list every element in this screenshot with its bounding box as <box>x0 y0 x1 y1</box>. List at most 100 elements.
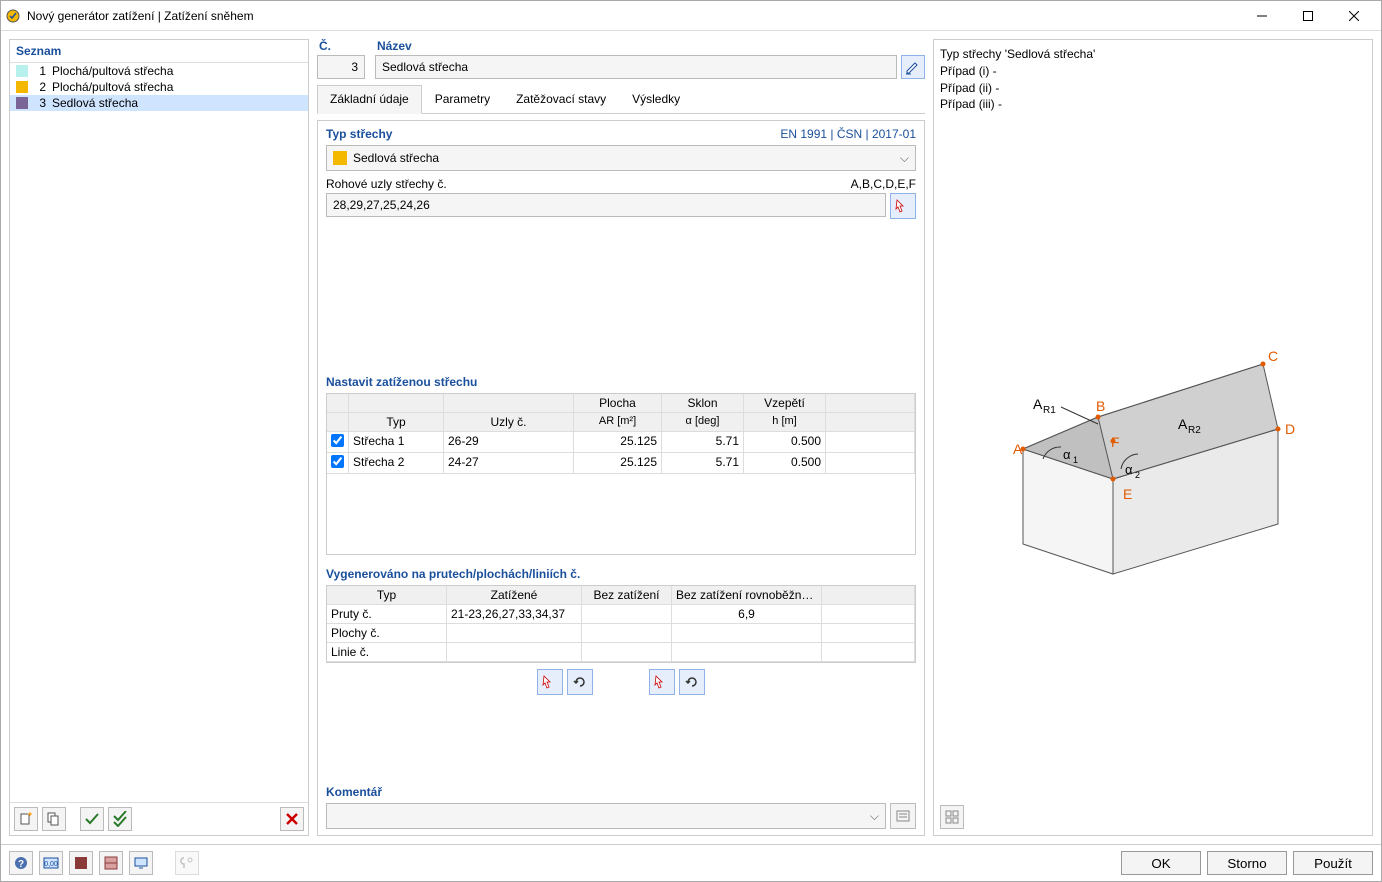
tab-loadcases[interactable]: Zatěžovací stavy <box>503 85 619 113</box>
svg-text:C: C <box>1268 348 1278 364</box>
units-button[interactable]: 0,00 <box>39 851 63 875</box>
minimize-button[interactable] <box>1239 2 1285 30</box>
roof-type-section: Typ střechy EN 1991 | ČSN | 2017-01 Sedl… <box>318 121 924 225</box>
generated-section: Vygenerováno na prutech/plochách/liniích… <box>318 561 924 707</box>
corners-input[interactable]: 28,29,27,25,24,26 <box>326 193 886 217</box>
color-button[interactable] <box>69 851 93 875</box>
svg-text:A: A <box>1178 416 1188 432</box>
table-row[interactable]: Pruty č. 21-23,26,27,33,34,37 6,9 <box>327 605 915 624</box>
item-label: Sedlová střecha <box>52 96 138 110</box>
sidebar: Seznam 1 Plochá/pultová střecha 2 Plochá… <box>9 39 309 836</box>
chevron-down-icon: ⌵ <box>900 151 909 166</box>
cancel-button[interactable]: Storno <box>1207 851 1287 875</box>
color-swatch <box>16 97 28 109</box>
item-number: 1 <box>34 64 46 78</box>
sidebar-item-3[interactable]: 3 Sedlová střecha <box>10 95 308 111</box>
reset-unloaded-button[interactable] <box>679 669 705 695</box>
generated-title: Vygenerováno na prutech/plochách/liniích… <box>326 567 580 581</box>
tab-params[interactable]: Parametry <box>422 85 503 113</box>
corners-hint: A,B,C,D,E,F <box>851 177 916 191</box>
tab-results[interactable]: Výsledky <box>619 85 693 113</box>
titlebar: Nový generátor zatížení | Zatížení sněhe… <box>1 1 1381 31</box>
color-swatch <box>16 81 28 93</box>
table-row[interactable]: Střecha 2 24-27 25.125 5.71 0.500 <box>327 453 915 474</box>
sidebar-item-1[interactable]: 1 Plochá/pultová střecha <box>10 63 308 79</box>
info-line: Typ střechy 'Sedlová střecha' <box>940 46 1366 63</box>
diagram-options-button[interactable] <box>940 805 964 829</box>
svg-text:R2: R2 <box>1188 425 1201 436</box>
copy-button[interactable] <box>42 807 66 831</box>
row-checkbox[interactable] <box>331 455 344 468</box>
svg-text:α: α <box>1063 447 1071 462</box>
name-label: Název <box>375 39 925 53</box>
roof-type-title: Typ střechy <box>326 127 392 141</box>
svg-text:R1: R1 <box>1043 405 1056 416</box>
pick-loaded-button[interactable] <box>537 669 563 695</box>
sidebar-list: 1 Plochá/pultová střecha 2 Plochá/pultov… <box>10 63 308 802</box>
tabs: Základní údaje Parametry Zatěžovací stav… <box>317 85 925 114</box>
info-line: Případ (ii) - <box>940 80 1366 97</box>
app-icon <box>5 8 21 24</box>
item-number: 3 <box>34 96 46 110</box>
edit-name-button[interactable] <box>901 55 925 79</box>
svg-text:1: 1 <box>1073 455 1078 465</box>
roof-type-dropdown[interactable]: Sedlová střecha ⌵ <box>326 145 916 171</box>
display-button[interactable] <box>129 851 153 875</box>
svg-text:?: ? <box>18 859 24 870</box>
comment-section: Komentář ⌵ <box>318 779 924 835</box>
info-line: Případ (i) - <box>940 63 1366 80</box>
table-row[interactable]: Střecha 1 26-29 25.125 5.71 0.500 <box>327 432 915 453</box>
info-panel: Typ střechy 'Sedlová střecha' Případ (i)… <box>933 39 1373 836</box>
sidebar-header: Seznam <box>10 40 308 63</box>
row-checkbox[interactable] <box>331 434 344 447</box>
loaded-roof-section: Nastavit zatíženou střechu Plocha Sklon … <box>318 369 924 561</box>
comment-input[interactable]: ⌵ <box>326 803 886 829</box>
delete-button[interactable] <box>280 807 304 831</box>
table-row[interactable]: Plochy č. <box>327 624 915 643</box>
roof-type-value: Sedlová střecha <box>353 151 439 165</box>
roof-diagram: A B C D E F AR1 AR2 <box>940 117 1366 801</box>
close-button[interactable] <box>1331 2 1377 30</box>
svg-text:2: 2 <box>1135 470 1140 480</box>
table-row[interactable]: Linie č. <box>327 643 915 662</box>
svg-text:D: D <box>1285 421 1295 437</box>
svg-text:α: α <box>1125 462 1133 477</box>
script-button[interactable] <box>175 851 199 875</box>
view-button[interactable] <box>99 851 123 875</box>
comment-title: Komentář <box>326 785 382 799</box>
svg-text:A: A <box>1033 396 1043 412</box>
chevron-down-icon: ⌵ <box>870 809 879 824</box>
loaded-roof-title: Nastavit zatíženou střechu <box>326 375 477 389</box>
svg-text:B: B <box>1096 398 1105 414</box>
item-number: 2 <box>34 80 46 94</box>
roof-color-swatch <box>333 151 347 165</box>
window-title: Nový generátor zatížení | Zatížení sněhe… <box>27 9 1239 23</box>
item-label: Plochá/pultová střecha <box>52 80 173 94</box>
apply-button[interactable]: Použít <box>1293 851 1373 875</box>
bottom-bar: ? 0,00 OK Storno Použít <box>1 844 1381 881</box>
color-swatch <box>16 65 28 77</box>
pick-unloaded-button[interactable] <box>649 669 675 695</box>
item-label: Plochá/pultová střecha <box>52 64 173 78</box>
new-button[interactable] <box>14 807 38 831</box>
number-input[interactable]: 3 <box>317 55 365 79</box>
number-label: Č. <box>317 39 365 53</box>
top-fields: Č. 3 Název Sedlová střecha <box>317 39 925 79</box>
maximize-button[interactable] <box>1285 2 1331 30</box>
svg-text:0,00: 0,00 <box>44 861 58 868</box>
uncheck-all-button[interactable] <box>108 807 132 831</box>
reset-loaded-button[interactable] <box>567 669 593 695</box>
name-input[interactable]: Sedlová střecha <box>375 55 897 79</box>
sidebar-toolbar <box>10 802 308 835</box>
tab-basic[interactable]: Základní údaje <box>317 85 422 114</box>
svg-text:E: E <box>1123 486 1132 502</box>
loaded-roof-table: Plocha Sklon Vzepětí Typ Uzly č. AR [m²] <box>326 393 916 555</box>
generated-table: Typ Zatížené Bez zatížení Bez zatížení r… <box>326 585 916 663</box>
ok-button[interactable]: OK <box>1121 851 1201 875</box>
info-line: Případ (iii) - <box>940 96 1366 113</box>
help-button[interactable]: ? <box>9 851 33 875</box>
sidebar-item-2[interactable]: 2 Plochá/pultová střecha <box>10 79 308 95</box>
comment-library-button[interactable] <box>890 803 916 829</box>
pick-corners-button[interactable] <box>890 193 916 219</box>
check-all-button[interactable] <box>80 807 104 831</box>
